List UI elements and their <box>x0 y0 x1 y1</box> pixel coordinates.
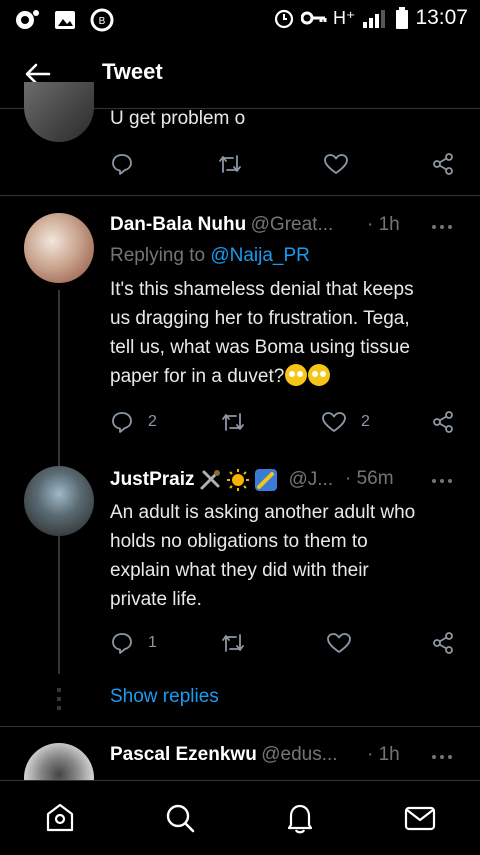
user-handle[interactable]: @edus... <box>261 744 337 765</box>
more-button[interactable] <box>430 215 454 239</box>
share-icon <box>433 153 453 175</box>
signal-icon <box>363 10 386 28</box>
tweet-text: An adult is asking another adult who hol… <box>110 502 416 610</box>
reply-button[interactable]: 2 <box>110 410 157 434</box>
more-icon <box>432 225 452 229</box>
avatar[interactable] <box>24 82 94 142</box>
alarm-icon <box>274 9 294 29</box>
tweet-time: · 1h <box>367 744 400 765</box>
tweet-meta: Pascal Ezenkwu @edus... <box>110 744 338 766</box>
comet-emoji-icon <box>255 469 278 491</box>
user-handle[interactable]: @J... <box>288 469 333 491</box>
reply-count: 1 <box>148 634 157 651</box>
user-name[interactable]: JustPraiz <box>110 469 194 491</box>
eye-roll-emoji-icon <box>285 364 308 386</box>
status-right-icons: H⁺ 13:07 <box>273 6 468 30</box>
tweet-meta: Dan-Bala Nuhu @Great... <box>110 214 333 236</box>
home-icon <box>46 803 74 832</box>
like-icon <box>322 412 346 432</box>
notification-dot-icon <box>16 10 39 29</box>
whatsapp-business-icon: B <box>90 8 114 32</box>
replying-to: Replying to @Naija_PR <box>110 245 310 266</box>
replying-handle-link[interactable]: @Naija_PR <box>210 245 310 266</box>
status-time: 13:07 <box>415 6 468 29</box>
like-icon <box>327 633 351 653</box>
reply-button[interactable] <box>110 152 134 176</box>
share-button[interactable] <box>431 631 455 655</box>
tweet-text: U get problem o <box>110 108 246 129</box>
reply-button[interactable]: 1 <box>110 631 157 655</box>
key-icon <box>300 11 327 25</box>
share-button[interactable] <box>431 152 455 176</box>
notifications-icon <box>287 804 313 834</box>
divider <box>0 726 480 727</box>
retweet-icon <box>222 634 244 652</box>
like-count: 2 <box>361 413 370 430</box>
status-bar: B H⁺ 13:07 <box>0 0 480 38</box>
show-replies-link[interactable]: Show replies <box>110 686 219 708</box>
tweet-text: It's this shameless denial that keeps us… <box>110 279 414 387</box>
reply-icon <box>112 633 132 654</box>
tweet-time: · 56m <box>345 468 394 489</box>
share-icon <box>433 632 453 654</box>
more-button[interactable] <box>430 745 454 769</box>
reply-count: 2 <box>148 413 157 430</box>
more-icon <box>432 479 452 483</box>
avatar[interactable] <box>24 466 94 536</box>
battery-icon <box>396 7 409 29</box>
retweet-icon <box>219 155 241 173</box>
sun-emoji-icon <box>227 469 250 491</box>
page-title: Tweet <box>102 59 163 84</box>
network-type: H⁺ <box>332 7 356 28</box>
retweet-button[interactable] <box>220 410 246 434</box>
like-button[interactable] <box>323 152 349 176</box>
status-left-icons: B <box>14 8 114 32</box>
user-name[interactable]: Dan-Bala Nuhu <box>110 214 246 235</box>
user-handle[interactable]: @Great... <box>251 214 334 235</box>
search-icon <box>166 804 195 833</box>
avatar[interactable] <box>24 213 94 283</box>
like-button[interactable]: 2 <box>321 410 370 434</box>
eye-roll-emoji-icon <box>308 364 331 386</box>
more-icon <box>432 755 452 759</box>
tweet-meta: JustPraiz @J... <box>110 468 333 492</box>
share-button[interactable] <box>431 410 455 434</box>
bottom-nav <box>0 780 480 855</box>
retweet-button[interactable] <box>217 152 243 176</box>
nav-messages-button[interactable] <box>403 801 437 835</box>
like-button[interactable] <box>326 631 352 655</box>
nav-home-button[interactable] <box>43 801 77 835</box>
nav-search-button[interactable] <box>163 801 197 835</box>
tweet-time: · 1h <box>367 214 400 235</box>
divider <box>0 195 480 196</box>
gallery-icon <box>55 11 75 29</box>
more-button[interactable] <box>430 469 454 493</box>
retweet-icon <box>222 413 244 431</box>
retweet-button[interactable] <box>220 631 246 655</box>
thread-dots <box>57 688 61 714</box>
messages-icon <box>404 806 436 831</box>
share-icon <box>433 411 453 433</box>
nav-notifications-button[interactable] <box>283 801 317 835</box>
reply-icon <box>112 412 132 433</box>
svg-text:B: B <box>99 16 106 27</box>
user-name[interactable]: Pascal Ezenkwu <box>110 744 257 765</box>
reply-icon <box>112 154 132 175</box>
like-icon <box>324 154 348 174</box>
tools-emoji-icon <box>200 470 221 490</box>
